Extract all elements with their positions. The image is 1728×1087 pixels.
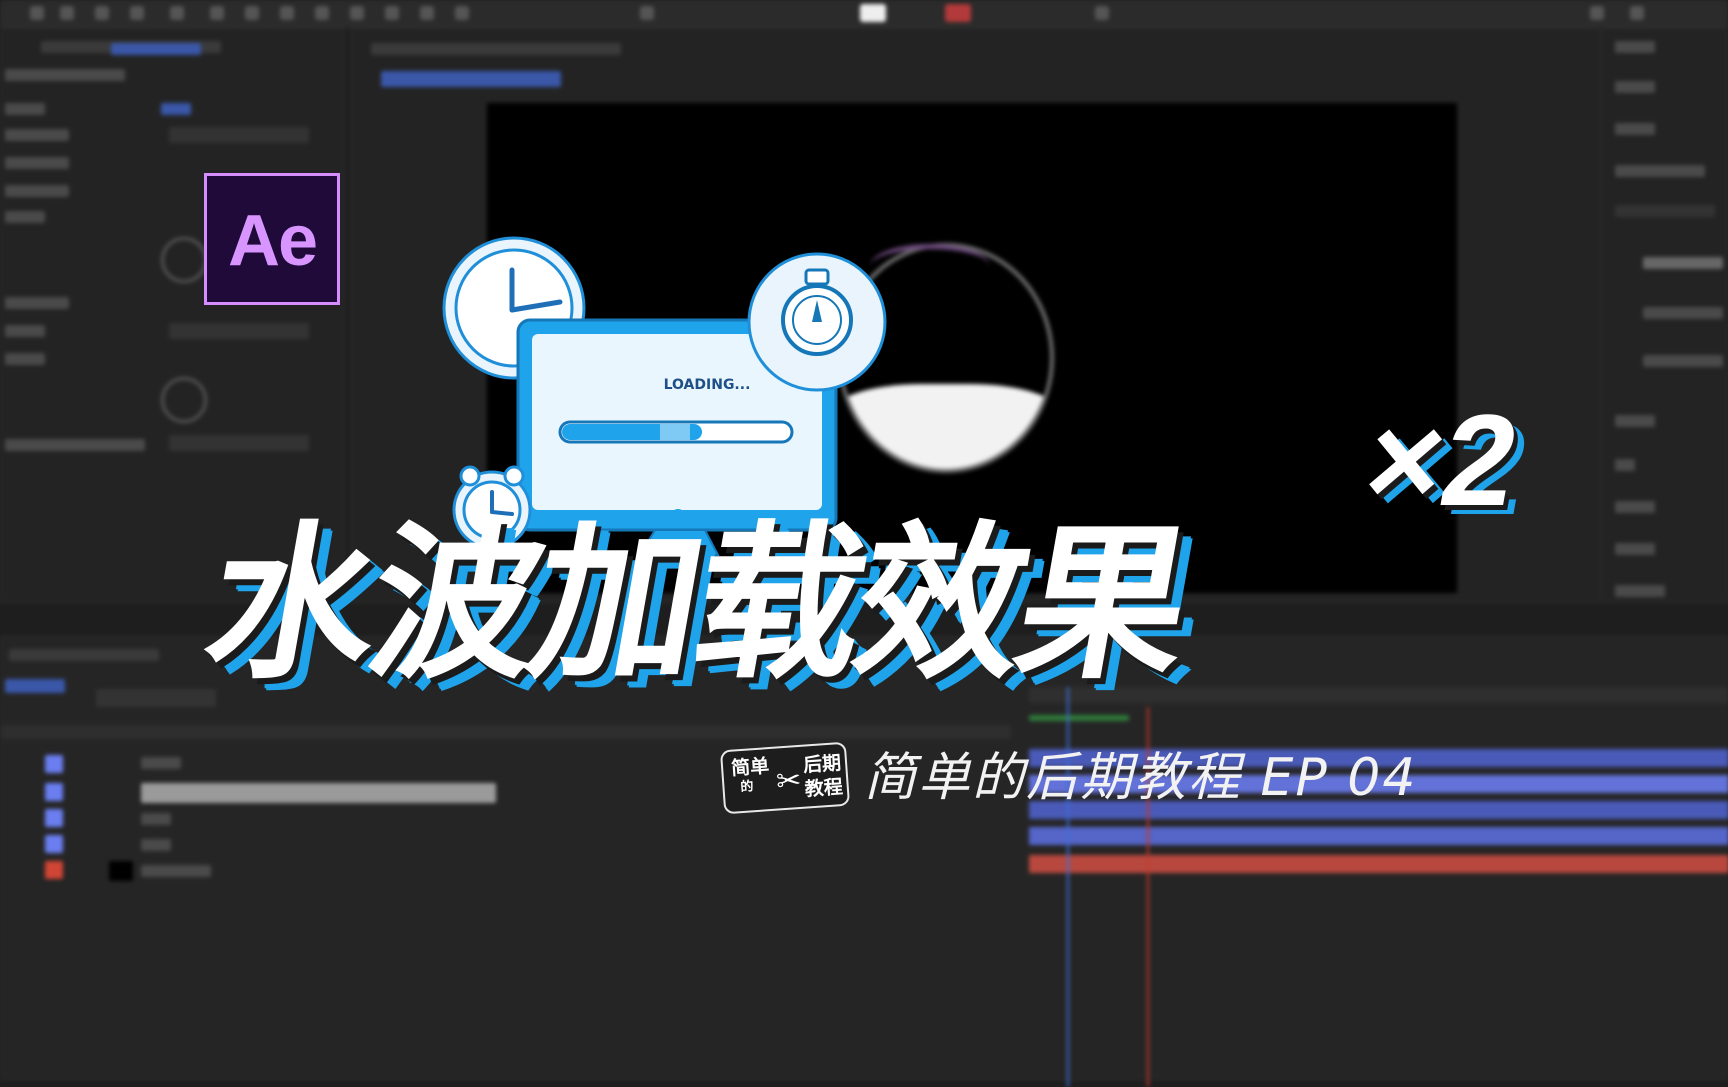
loading-text: LOADING... [664,377,751,393]
subtitle: 简单的后期教程 EP 04 [864,748,1418,808]
channel-badge: 简单 的 ✂ 后期 教程 [719,741,851,815]
badge-line-3: 后期 [802,752,842,777]
multiplier-text: ×2 [1355,387,1530,533]
badge-line-2: 的 [740,779,755,796]
badge-line-4: 教程 [804,776,844,801]
badge-line-1: 简单 [730,755,770,780]
scissors-icon: ✂ [775,762,803,800]
main-title: 水波加载效果 [192,506,1200,702]
stopwatch-icon [747,252,887,392]
